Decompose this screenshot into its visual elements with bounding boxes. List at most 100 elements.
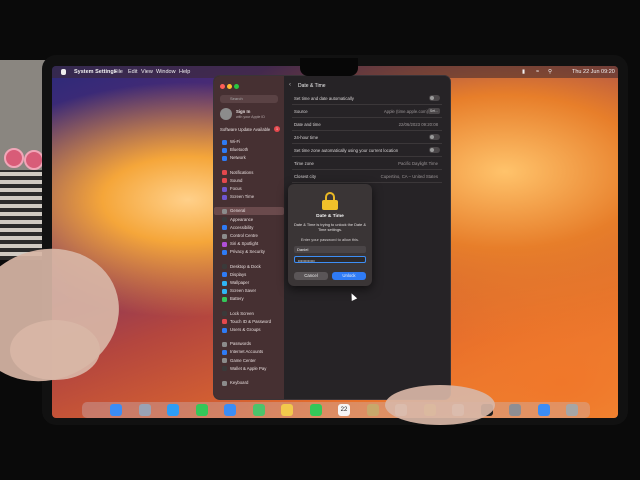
password-field[interactable]: •••••••••••• bbox=[294, 256, 366, 263]
setting-value[interactable]: Cupertino, CA – United States bbox=[381, 174, 438, 179]
set-source-button[interactable]: Set... bbox=[428, 108, 440, 114]
sidebar-item-icon bbox=[222, 170, 227, 176]
sidebar-item-desktop-dock[interactable]: Desktop & Dock bbox=[214, 263, 284, 271]
menu-app-name[interactable]: System Settings bbox=[74, 69, 117, 75]
sidebar-item-wallpaper[interactable]: Wallpaper bbox=[214, 279, 284, 287]
toggle-switch[interactable] bbox=[429, 95, 440, 101]
back-icon[interactable]: ‹ bbox=[289, 82, 291, 88]
menu-file[interactable]: File bbox=[114, 69, 123, 75]
hand-right bbox=[385, 385, 495, 425]
setting-row: 24-hour time bbox=[292, 131, 442, 144]
avatar[interactable] bbox=[220, 108, 232, 120]
sidebar-item-keyboard[interactable]: Keyboard bbox=[214, 379, 284, 387]
sidebar-item-label: Lock Screen bbox=[230, 310, 254, 316]
sidebar-item-icon bbox=[222, 366, 227, 372]
pink-object bbox=[4, 148, 24, 168]
sidebar-item-lock-screen[interactable]: Lock Screen bbox=[214, 310, 284, 318]
close-window-icon[interactable] bbox=[220, 84, 225, 89]
setting-row: Date and time 22/06/2023 09:20:08 bbox=[292, 118, 442, 131]
maps-icon[interactable] bbox=[252, 404, 265, 416]
sidebar-item-icon bbox=[222, 155, 227, 161]
sidebar-item-label: Privacy & Security bbox=[230, 249, 265, 255]
lock-icon bbox=[322, 192, 338, 210]
sidebar-item-icon bbox=[222, 233, 227, 239]
sidebar-item-wi-fi[interactable]: Wi-Fi bbox=[214, 138, 284, 146]
setting-label: Time zone bbox=[294, 161, 314, 166]
menu-view[interactable]: View bbox=[141, 69, 153, 75]
photos-icon[interactable] bbox=[281, 404, 293, 416]
downloads-icon[interactable] bbox=[537, 404, 550, 416]
sidebar-item-screen-time[interactable]: Screen Time bbox=[214, 193, 284, 201]
sidebar-item-icon bbox=[222, 147, 227, 153]
menu-window[interactable]: Window bbox=[156, 69, 176, 75]
menu-help[interactable]: Help bbox=[179, 69, 190, 75]
unlock-button[interactable]: Unlock bbox=[332, 272, 366, 280]
battery-icon[interactable]: ▮ bbox=[522, 69, 525, 75]
username-field[interactable]: Daniel bbox=[294, 246, 366, 253]
sidebar-item-label: General bbox=[230, 208, 246, 214]
mac-screen: System Settings File Edit View Window He… bbox=[52, 66, 618, 418]
sidebar-item-screen-saver[interactable]: Screen Saver bbox=[214, 287, 284, 295]
sidebar-item-icon bbox=[222, 311, 227, 317]
sidebar-item-touch-id-password[interactable]: Touch ID & Password bbox=[214, 318, 284, 326]
finder-icon[interactable] bbox=[110, 404, 122, 416]
sidebar-item-game-center[interactable]: Game Center bbox=[214, 357, 284, 365]
setting-value: Apple (time.apple.com) bbox=[383, 109, 428, 114]
sidebar-item-focus[interactable]: Focus bbox=[214, 185, 284, 193]
sidebar-item-general[interactable]: General bbox=[214, 207, 284, 216]
setting-row: Set time and date automatically bbox=[292, 92, 442, 105]
facetime-icon[interactable] bbox=[309, 404, 322, 416]
sidebar-item-notifications[interactable]: Notifications bbox=[214, 169, 284, 177]
sidebar-item-icon bbox=[222, 272, 227, 278]
apple-menu-icon[interactable] bbox=[61, 69, 66, 75]
sidebar-item-label: Game Center bbox=[230, 357, 256, 363]
photo-scene: System Settings File Edit View Window He… bbox=[0, 0, 640, 480]
sidebar-search-input[interactable]: Search bbox=[220, 95, 278, 103]
wifi-icon[interactable]: ≈ bbox=[536, 69, 539, 75]
sidebar-item-icon bbox=[222, 225, 227, 231]
setting-label: Set time zone automatically using your c… bbox=[294, 148, 399, 153]
sidebar-item-displays[interactable]: Displays bbox=[214, 271, 284, 279]
search-icon[interactable]: ⚲ bbox=[548, 69, 552, 75]
trash-icon[interactable] bbox=[566, 404, 578, 416]
messages-icon[interactable] bbox=[195, 404, 208, 416]
sidebar-item-icon bbox=[222, 380, 227, 386]
sidebar-item-label: Wallpaper bbox=[230, 280, 250, 285]
sidebar-item-network[interactable]: Network bbox=[214, 154, 284, 162]
toggle-switch[interactable] bbox=[429, 134, 440, 140]
sidebar-item-accessibility[interactable]: Accessibility bbox=[214, 224, 284, 232]
sidebar-item-users-groups[interactable]: Users & Groups bbox=[214, 326, 284, 334]
safari-icon[interactable] bbox=[167, 404, 179, 416]
mail-icon[interactable] bbox=[224, 404, 236, 416]
settings-sidebar: Search Sign In with your Apple ID Softwa… bbox=[214, 76, 284, 399]
sidebar-item-battery[interactable]: Battery bbox=[214, 295, 284, 303]
sidebar-item-privacy-security[interactable]: Privacy & Security bbox=[214, 248, 284, 256]
setting-value: 22/06/2023 09:20:08 bbox=[398, 122, 438, 127]
sidebar-item-wallet-apple-pay[interactable]: Wallet & Apple Pay bbox=[214, 365, 284, 373]
sidebar-item-label: Passwords bbox=[230, 341, 252, 347]
sidebar-item-bluetooth[interactable]: Bluetooth bbox=[214, 146, 284, 154]
sidebar-item-appearance[interactable]: Appearance bbox=[214, 216, 284, 224]
minimize-window-icon[interactable] bbox=[227, 84, 232, 89]
calendar-icon[interactable]: 22 bbox=[338, 404, 350, 416]
sidebar-item-icon bbox=[222, 241, 227, 247]
sidebar-item-control-centre[interactable]: Control Centre bbox=[214, 232, 284, 240]
settings-icon[interactable] bbox=[509, 404, 521, 416]
launchpad-icon[interactable] bbox=[138, 404, 151, 416]
sidebar-item-label: Wallet & Apple Pay bbox=[230, 365, 267, 371]
notes-app-icon[interactable] bbox=[366, 404, 379, 416]
menu-edit[interactable]: Edit bbox=[128, 69, 137, 75]
toggle-switch[interactable] bbox=[429, 147, 440, 153]
software-update-notice[interactable]: Software Update Available bbox=[220, 127, 270, 132]
account-name[interactable]: Sign In bbox=[236, 109, 250, 114]
sidebar-item-label: Wi-Fi bbox=[230, 139, 241, 144]
menu-clock[interactable]: Thu 22 Jun 09:20 bbox=[572, 69, 615, 75]
sidebar-item-siri-spotlight[interactable]: Siri & Spotlight bbox=[214, 240, 284, 248]
cancel-button[interactable]: Cancel bbox=[294, 272, 328, 280]
sidebar-item-passwords[interactable]: Passwords bbox=[214, 340, 284, 348]
sidebar-item-icon bbox=[222, 249, 227, 255]
sidebar-item-label: Keyboard bbox=[230, 380, 249, 385]
sidebar-item-internet-accounts[interactable]: Internet Accounts bbox=[214, 348, 284, 356]
zoom-window-icon[interactable] bbox=[234, 84, 239, 89]
sidebar-item-sound[interactable]: Sound bbox=[214, 177, 284, 185]
